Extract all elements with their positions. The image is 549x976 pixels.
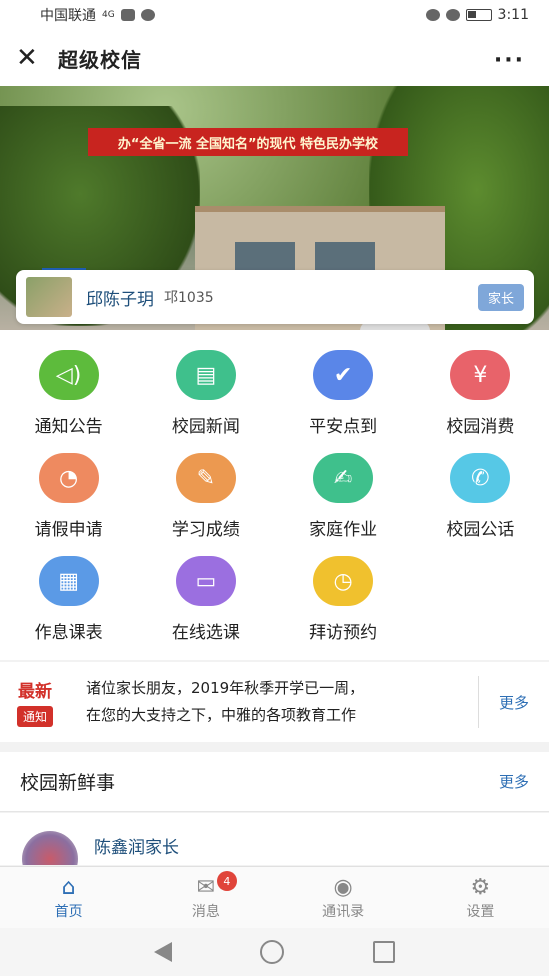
tab-label: 首页 — [54, 903, 83, 920]
recent-apps-icon[interactable] — [372, 941, 395, 963]
feature-item[interactable]: ▤ 校园新闻 — [137, 350, 274, 453]
feature-item[interactable]: ▭ 在线选课 — [137, 556, 274, 659]
news-line-2: 在您的大支持之下，中雅的各项教育工作 — [86, 706, 357, 724]
feature-item[interactable]: ✔ 平安点到 — [275, 350, 412, 453]
feature-item[interactable]: ▦ 作息课表 — [0, 556, 137, 659]
close-icon[interactable]: ✕ — [16, 45, 44, 71]
wallet-icon: ¥ — [450, 350, 511, 400]
student-profile-card[interactable]: 邱陈子玥 邛1035 家长 — [16, 270, 534, 324]
feature-label: 拜访预约 — [309, 623, 378, 643]
feature-label: 作息课表 — [34, 623, 103, 643]
status-left: 中国联通 4G — [40, 5, 155, 25]
message-icon — [140, 9, 155, 21]
banner-slogan: 办“全省一流 全国知名”的现代 特色民办学校 — [88, 128, 408, 156]
battery-icon — [465, 9, 492, 21]
feature-item[interactable]: ✎ 学习成绩 — [137, 453, 274, 556]
tab-bar: ⌂ 首页 ✉ 消息 4 ◉ 通讯录 ⚙ 设置 — [0, 866, 549, 928]
tab-home[interactable]: ⌂ 首页 — [0, 867, 137, 928]
student-name: 邱陈子玥 — [86, 289, 154, 310]
feature-label: 平安点到 — [309, 417, 378, 437]
score-icon: ✎ — [175, 453, 236, 503]
tab-label: 设置 — [466, 903, 495, 920]
campus-more-link[interactable]: 更多 — [499, 771, 529, 792]
clock-label: 3:11 — [497, 7, 529, 23]
monitor-icon: ▭ — [175, 556, 236, 606]
feature-label: 通知公告 — [34, 417, 103, 437]
page-title: 超级校信 — [58, 47, 142, 72]
campus-post[interactable]: 陈鑫润家长 — [0, 813, 549, 865]
newspaper-icon: ▤ — [175, 350, 236, 400]
post-author: 陈鑫润家长 — [94, 838, 179, 858]
tab-label: 通讯录 — [322, 903, 365, 920]
status-right: 3:11 — [425, 7, 529, 23]
gear-icon: ⚙ — [470, 874, 491, 900]
feature-item[interactable]: ✍ 家庭作业 — [275, 453, 412, 556]
feature-label: 校园新闻 — [171, 417, 240, 437]
app-bar: ✕ 超级校信 ··· — [0, 30, 549, 86]
home-circle-icon[interactable] — [260, 940, 285, 964]
feature-item[interactable]: ◁) 通知公告 — [0, 350, 137, 453]
tab-gear[interactable]: ⚙ 设置 — [412, 867, 549, 928]
mail-icon: ✉ — [196, 874, 216, 900]
campus-title: 校园新鲜事 — [20, 772, 116, 794]
more-menu-button[interactable]: ··· — [494, 48, 525, 73]
feature-item[interactable]: ◷ 拜访预约 — [275, 556, 412, 659]
tag-notice: 通知 — [16, 706, 53, 727]
homework-icon: ✍ — [313, 453, 374, 503]
tab-mail[interactable]: ✉ 消息 4 — [137, 867, 274, 928]
news-ticker[interactable]: 最新 通知 诸位家长朋友，2019年秋季开学已一周， 在您的大支持之下，中雅的各… — [0, 662, 549, 742]
check-shield-icon: ✔ — [313, 350, 374, 400]
feature-label: 家庭作业 — [309, 520, 378, 540]
clock-user-icon: ◔ — [38, 453, 99, 503]
feature-item[interactable]: ¥ 校园消费 — [412, 350, 549, 453]
back-icon[interactable] — [154, 942, 173, 962]
calendar-clock-icon: ◷ — [313, 556, 374, 606]
news-line-1: 诸位家长朋友，2019年秋季开学已一周， — [86, 679, 365, 697]
feature-label: 校园公话 — [446, 520, 515, 540]
feature-label: 请假申请 — [34, 520, 103, 540]
unread-badge: 4 — [216, 871, 237, 891]
speaker-icon: ◁) — [38, 350, 99, 400]
headset-icon — [425, 9, 440, 21]
tab-contacts[interactable]: ◉ 通讯录 — [275, 867, 412, 928]
status-bar: 中国联通 4G 3:11 — [0, 0, 549, 30]
feature-label: 在线选课 — [171, 623, 240, 643]
student-avatar — [26, 277, 72, 317]
feature-grid: ◁) 通知公告 ▤ 校园新闻 ✔ 平安点到 ¥ 校园消费 ◔ 请假申请 ✎ 学习成绩 ✍ 家庭作业 ✆ 校园公… — [0, 330, 549, 659]
calendar-icon: ▦ — [38, 556, 99, 606]
tab-label: 消息 — [191, 903, 220, 920]
feature-grid-section: ◁) 通知公告 ▤ 校园新闻 ✔ 平安点到 ¥ 校园消费 ◔ 请假申请 ✎ 学习成绩 ✍ 家庭作业 ✆ 校园公… — [0, 330, 549, 660]
phone-icon: ✆ — [450, 453, 511, 503]
feature-label: 校园消费 — [446, 417, 515, 437]
network-label: 4G — [102, 10, 115, 20]
student-id: 邛1035 — [164, 290, 214, 306]
signal-icon — [120, 9, 135, 21]
system-nav-bar — [0, 928, 549, 976]
campus-section-header: 校园新鲜事 更多 — [0, 752, 549, 812]
carrier-label: 中国联通 — [40, 8, 96, 24]
feature-item[interactable]: ◔ 请假申请 — [0, 453, 137, 556]
feature-item[interactable]: ✆ 校园公话 — [412, 453, 549, 556]
news-tag: 最新 通知 — [0, 677, 70, 727]
news-more-link[interactable]: 更多 — [479, 692, 549, 713]
post-avatar — [22, 831, 78, 865]
role-badge[interactable]: 家长 — [477, 283, 524, 311]
tag-new: 最新 — [18, 682, 52, 702]
contacts-icon: ◉ — [333, 874, 353, 900]
feature-label: 学习成绩 — [171, 520, 240, 540]
news-text[interactable]: 诸位家长朋友，2019年秋季开学已一周， 在您的大支持之下，中雅的各项教育工作 — [70, 675, 478, 729]
home-icon: ⌂ — [61, 874, 76, 900]
alarm-icon — [445, 9, 460, 21]
